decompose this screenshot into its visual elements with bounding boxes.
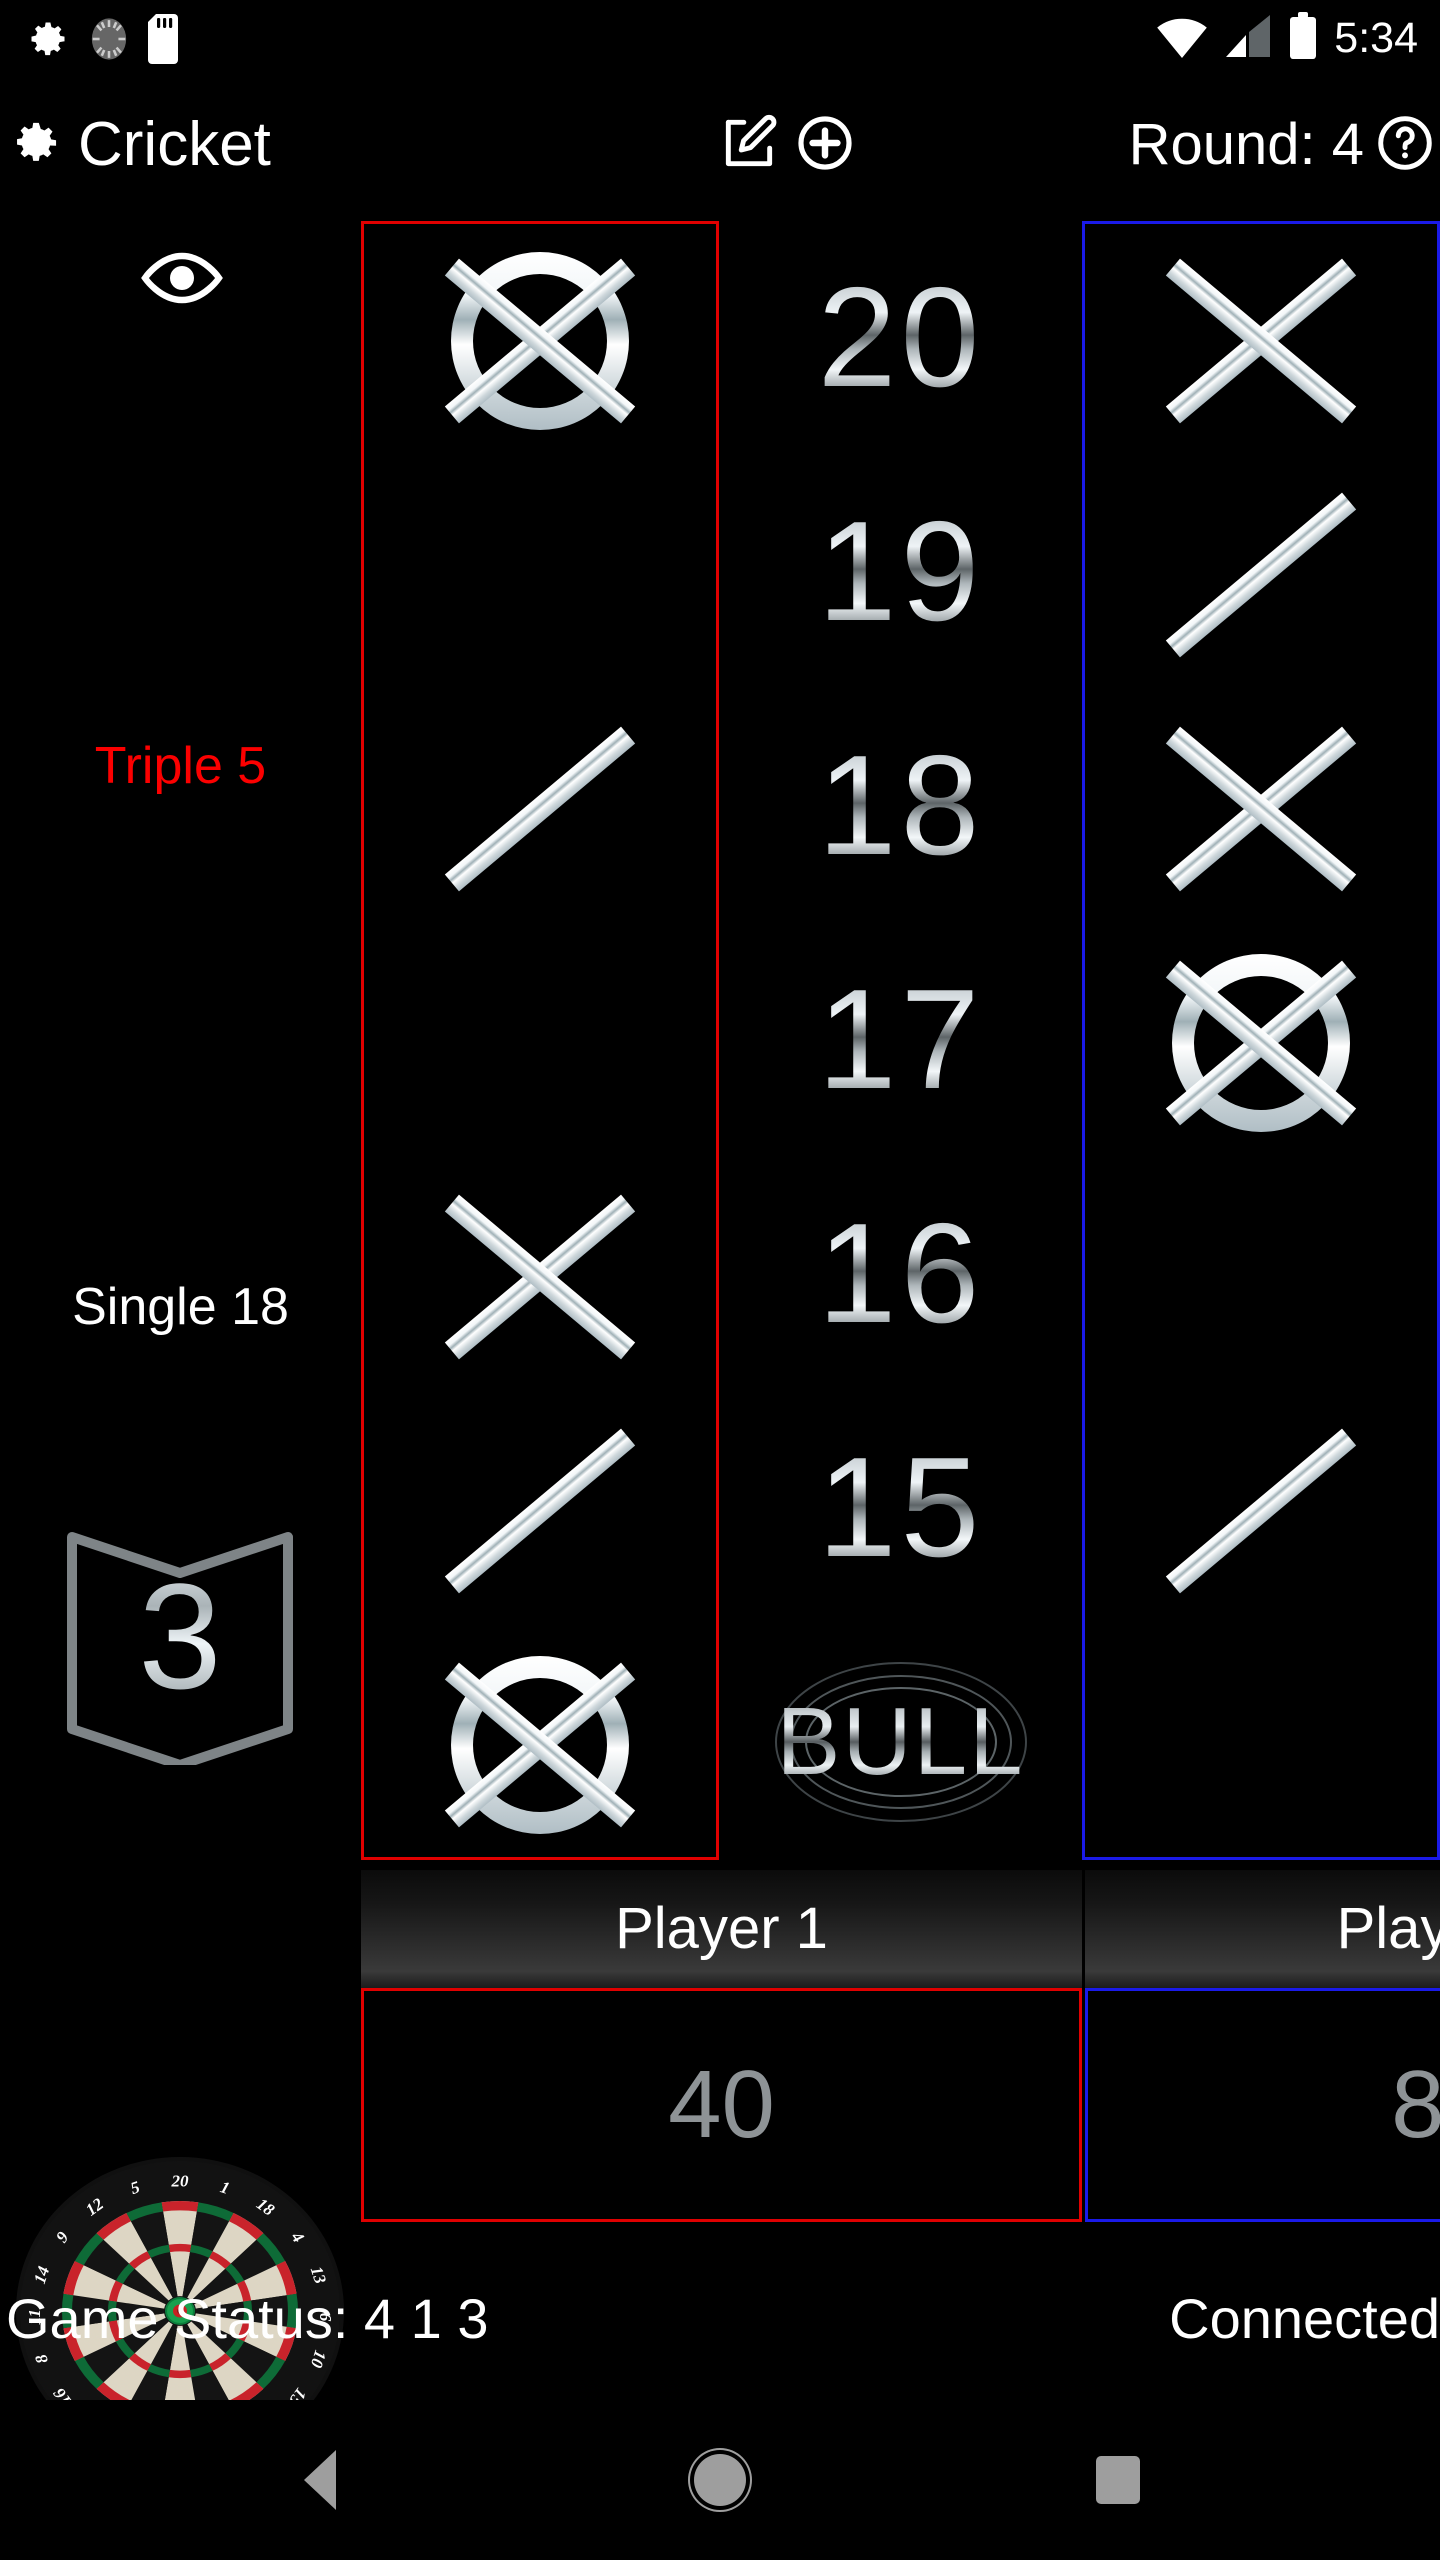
player-1-marks-column[interactable] [361,221,719,1860]
target-cell-19[interactable]: 19 [719,455,1082,689]
mark-cell-16[interactable] [364,1160,716,1394]
help-circle-icon[interactable] [1374,112,1436,179]
mark-empty [431,480,649,670]
mark-cross [1152,246,1370,436]
app-title-group[interactable]: Cricket [8,90,271,200]
game-status-text: Game Status: 4 1 3 [6,2287,489,2350]
player-2-score-cell[interactable]: 85 [1085,1988,1440,2222]
wifi-icon [1156,13,1208,64]
round-indicator: Round: 4 [1129,90,1440,200]
sd-card-icon [148,14,184,69]
screen-rotation-icon [88,15,130,68]
player-score-row: 40 85 [361,1988,1440,2222]
target-cell-17[interactable]: 17 [719,923,1082,1157]
connection-status-text: Connected [1169,2287,1440,2350]
player-2-marks-column[interactable] [1082,221,1440,1860]
mark-empty [1152,1182,1370,1372]
status-bar: 5:34 [0,0,1440,90]
mark-cell-18[interactable] [364,692,716,926]
mark-closed [431,246,649,436]
target-label: 16 [817,1194,984,1353]
target-label: 18 [817,726,984,885]
mark-cell-19[interactable] [364,458,716,692]
battery-icon [1288,12,1318,65]
mark-slash [1152,480,1370,670]
app-title: Cricket [78,110,271,179]
app-bar-actions [718,90,856,200]
player-2-name: Player 2 [1336,1896,1440,1961]
mark-slash [431,1416,649,1606]
svg-text:20: 20 [171,2171,190,2190]
app-bar: Cricket Round: 4 [0,90,1440,200]
target-label: 17 [817,960,984,1119]
mark-cell-16[interactable] [1085,1160,1437,1394]
mark-empty [1152,1650,1370,1840]
target-label: 20 [817,258,984,417]
mark-cell-15[interactable] [1085,1394,1437,1628]
target-label: BULL [776,1688,1025,1795]
mark-cell-bull[interactable] [1085,1628,1437,1862]
settings-gear-icon [26,17,70,66]
target-cell-20[interactable]: 20 [719,221,1082,455]
player-1-name-cell[interactable]: Player 1 [361,1870,1082,1988]
player-2-name-cell[interactable]: Player 2 [1085,1870,1440,1988]
mark-cell-20[interactable] [1085,224,1437,458]
mark-cross [1152,714,1370,904]
target-cell-18[interactable]: 18 [719,689,1082,923]
round-label: Round: 4 [1128,112,1364,177]
status-bar-left-icons [26,14,184,69]
back-icon[interactable] [220,2400,420,2560]
cellular-signal-icon [1224,13,1272,64]
mark-closed [1152,948,1370,1138]
mark-empty [431,948,649,1138]
player-1-score-cell[interactable]: 40 [361,1988,1082,2222]
mark-cross [431,1182,649,1372]
target-cell-bull[interactable]: BULL [719,1625,1082,1859]
mark-cell-bull[interactable] [364,1628,716,1862]
player-1-score: 40 [668,2051,775,2158]
mark-cell-19[interactable] [1085,458,1437,692]
gear-icon[interactable] [8,115,64,176]
mark-cell-20[interactable] [364,224,716,458]
mark-cell-17[interactable] [364,926,716,1160]
target-cell-16[interactable]: 16 [719,1157,1082,1391]
bull-target: BULL [771,1647,1031,1837]
android-nav-bar [0,2400,1440,2560]
target-label: 15 [817,1428,984,1587]
status-bar-clock: 5:34 [1334,14,1418,62]
mark-stroke [1165,492,1357,658]
mark-closed [431,1650,649,1840]
mark-cell-17[interactable] [1085,926,1437,1160]
edit-note-icon[interactable] [718,112,780,179]
mark-cell-15[interactable] [364,1394,716,1628]
target-label: 19 [817,492,984,651]
target-number-column: 20 19 18 17 16 15 BULL [719,221,1082,1860]
add-circle-icon[interactable] [794,112,856,179]
mark-stroke [444,1428,636,1594]
mark-stroke [1165,1428,1357,1594]
mark-cell-18[interactable] [1085,692,1437,926]
mark-slash [1152,1416,1370,1606]
mark-slash [431,714,649,904]
player-name-row: Player 1 Player 2 [361,1870,1440,1988]
mark-stroke [444,726,636,892]
target-cell-15[interactable]: 15 [719,1391,1082,1625]
recents-icon[interactable] [1018,2400,1218,2560]
status-bar-right-icons: 5:34 [1156,12,1418,65]
home-icon[interactable] [620,2400,820,2560]
footer-status-bar: Game Status: 4 1 3 Connected [0,2255,1440,2395]
player-1-name: Player 1 [615,1896,828,1961]
player-2-score: 85 [1391,2051,1440,2158]
